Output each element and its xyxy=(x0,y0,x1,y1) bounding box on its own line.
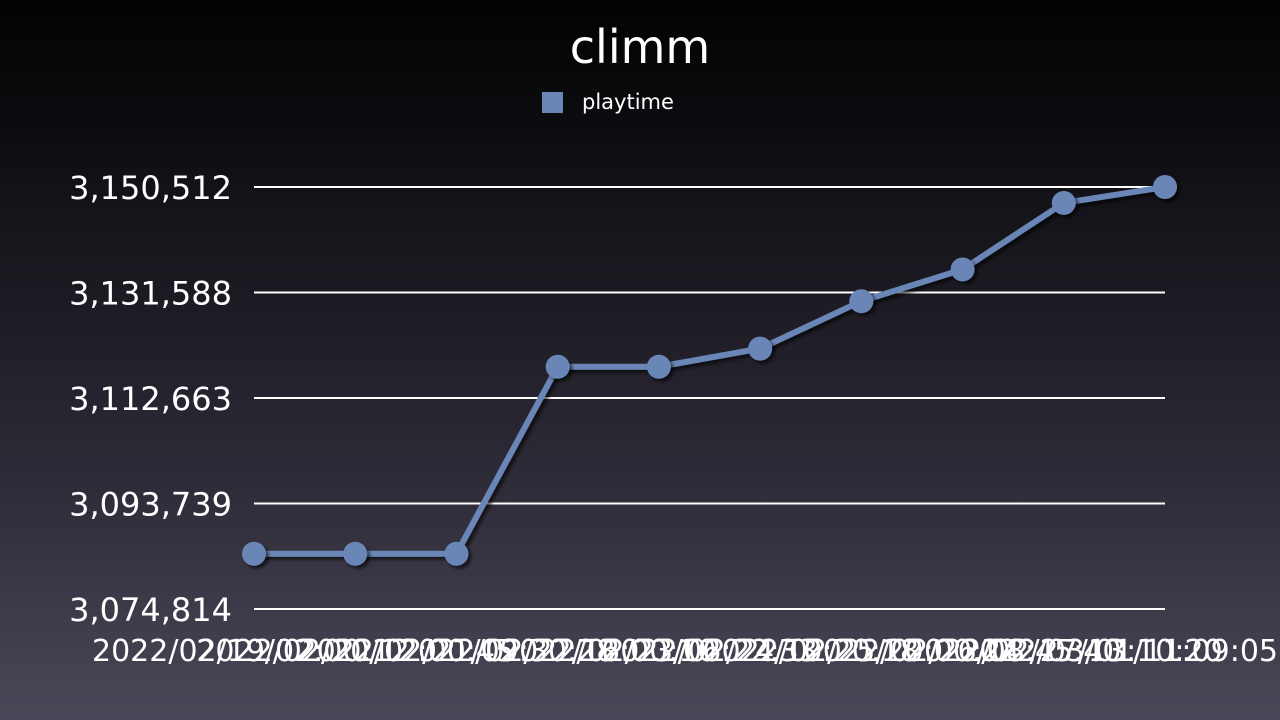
y-tick-label: 3,093,739 xyxy=(69,485,232,523)
series-line-playtime xyxy=(254,184,1166,557)
y-tick-label: 3,131,588 xyxy=(69,274,232,312)
gridlines xyxy=(254,186,1165,610)
series-playtime xyxy=(242,175,1177,566)
y-tick-label: 3,112,663 xyxy=(69,380,232,418)
y-tick-label: 3,074,814 xyxy=(69,591,232,629)
data-point xyxy=(545,354,570,379)
line-chart: 3,074,814 3,093,739 3,112,663 3,131,588 3,15… xyxy=(69,169,1278,669)
data-point xyxy=(849,289,874,314)
y-axis-ticks: 3,074,814 3,093,739 3,112,663 3,131,588 3,15… xyxy=(69,169,232,629)
data-point xyxy=(748,336,773,361)
data-point xyxy=(1051,190,1076,215)
data-point xyxy=(444,541,469,566)
data-point xyxy=(242,541,266,566)
x-axis-ticks: 2022/02/19/02:00:122022/02/20/12:00:4520… xyxy=(92,634,1278,669)
y-tick-label: 3,150,512 xyxy=(69,169,232,207)
data-point xyxy=(343,541,368,566)
data-point xyxy=(1153,175,1177,199)
x-tick-label: 2022/03/01/11:09:05 xyxy=(960,634,1278,669)
data-point xyxy=(646,354,671,379)
data-point xyxy=(950,257,975,282)
